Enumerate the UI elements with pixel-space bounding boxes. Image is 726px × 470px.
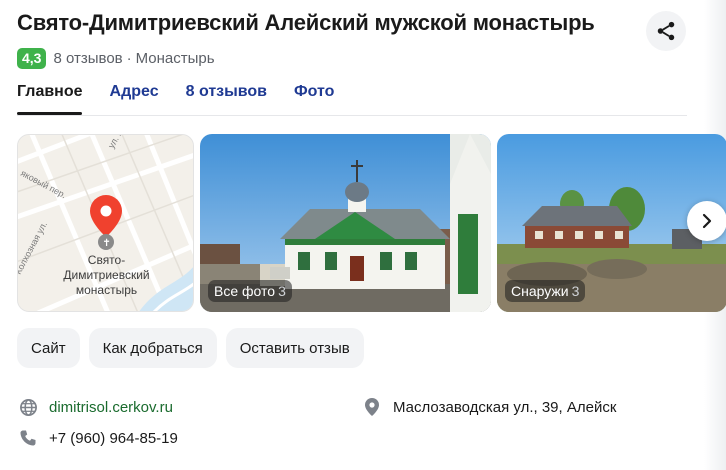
- place-meta: 4,3 8 отзывов · Монастырь: [17, 48, 215, 69]
- svg-text:✝: ✝: [103, 238, 111, 249]
- map-thumbnail[interactable]: ул. К яковый пер. Колхозная ул. ✝ Свято-…: [17, 134, 194, 312]
- photo-outside-text: Снаружи: [511, 283, 569, 299]
- website-link[interactable]: dimitrisol.cerkov.ru: [49, 399, 173, 416]
- website-button[interactable]: Сайт: [17, 328, 80, 368]
- leave-review-button[interactable]: Оставить отзыв: [225, 328, 364, 368]
- tab-bar: Главное Адрес 8 отзывов Фото: [17, 83, 361, 101]
- directions-button[interactable]: Как добраться: [88, 328, 217, 368]
- address-row: Маслозаводская ул., 39, Алейск: [362, 397, 616, 417]
- media-gallery: ул. К яковый пер. Колхозная ул. ✝ Свято-…: [17, 134, 726, 312]
- location-pin-icon: [362, 397, 382, 417]
- map-label-line: Димитриевский: [63, 268, 150, 282]
- reviews-count[interactable]: 8 отзывов: [53, 50, 122, 67]
- phone-number[interactable]: +7 (960) 964-85-19: [49, 430, 178, 447]
- category-label: Монастырь: [135, 50, 215, 67]
- rating-badge: 4,3: [17, 48, 47, 69]
- tab-reviews[interactable]: 8 отзывов: [186, 83, 267, 101]
- share-button[interactable]: [646, 11, 686, 51]
- phone-icon: [18, 428, 38, 448]
- photo-outside-count: 3: [571, 283, 580, 299]
- map-label-line: монастырь: [75, 283, 138, 297]
- share-icon: [657, 21, 675, 41]
- tab-address[interactable]: Адрес: [110, 83, 159, 101]
- photo-outside-label: Снаружи 3: [505, 280, 586, 302]
- photo-all[interactable]: Все фото 3: [200, 134, 491, 312]
- tab-main[interactable]: Главное: [17, 83, 83, 101]
- globe-icon: [18, 397, 38, 417]
- meta-separator: ·: [126, 50, 132, 67]
- chevron-right-icon: [702, 213, 712, 229]
- map-label-line: Свято-: [87, 253, 126, 267]
- photo-all-count: 3: [278, 283, 286, 299]
- photo-all-label: Все фото 3: [208, 280, 292, 302]
- tab-photos[interactable]: Фото: [294, 83, 334, 101]
- place-title: Свято-Димитриевский Алейский мужской мон…: [17, 10, 595, 35]
- address-text[interactable]: Маслозаводская ул., 39, Алейск: [393, 399, 616, 416]
- website-row: dimitrisol.cerkov.ru: [18, 397, 173, 417]
- map-place-label: Свято- Димитриевский монастырь: [18, 253, 193, 298]
- tabs-divider: [17, 115, 687, 116]
- phone-row: +7 (960) 964-85-19: [18, 428, 178, 448]
- photo-all-text: Все фото: [214, 283, 276, 299]
- gallery-next-button[interactable]: [687, 201, 726, 241]
- action-buttons: Сайт Как добраться Оставить отзыв: [17, 328, 373, 368]
